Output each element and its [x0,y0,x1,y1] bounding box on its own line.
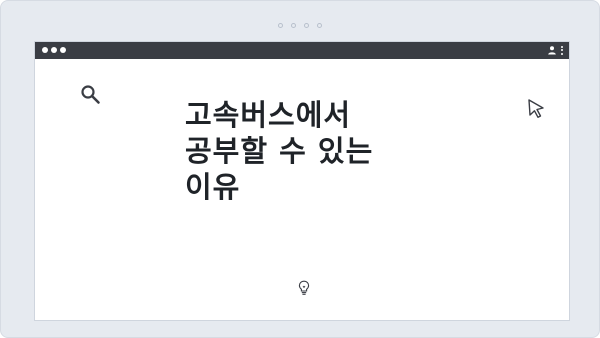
title-line: 이유 [185,170,241,204]
user-icon[interactable] [547,45,557,55]
title-line: 고속버스에서 [185,98,352,132]
top-dots [278,23,322,28]
search-icon [81,85,100,104]
title-line: 공부할 수 있는 [185,134,374,168]
maximize-dot[interactable] [60,47,66,53]
browser-window: 고속버스에서 공부할 수 있는 이유 [34,41,570,321]
top-dot [317,23,322,28]
titlebar-actions [547,45,563,55]
more-vertical-icon[interactable] [561,45,563,55]
cursor-arrow-icon [528,99,544,118]
close-dot[interactable] [42,47,48,53]
top-dot [304,23,309,28]
top-dot [278,23,283,28]
window-controls [42,47,66,53]
page-title: 고속버스에서 공부할 수 있는 이유 [185,97,445,205]
top-dot [291,23,296,28]
lightbulb-icon [298,280,310,295]
minimize-dot[interactable] [51,47,57,53]
outer-frame: 고속버스에서 공부할 수 있는 이유 [0,0,600,338]
browser-titlebar [35,42,569,59]
